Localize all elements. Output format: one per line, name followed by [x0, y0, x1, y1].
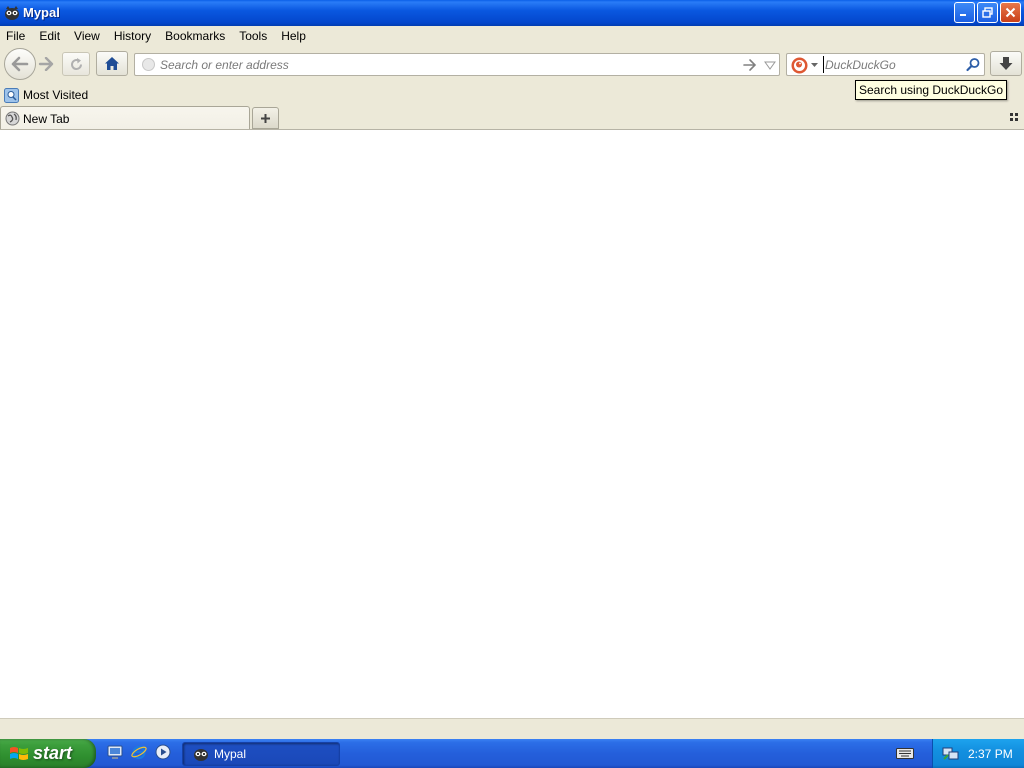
address-input[interactable] — [160, 56, 720, 73]
forward-arrow-icon — [38, 57, 54, 71]
search-input[interactable] — [823, 56, 961, 73]
network-icon[interactable] — [942, 745, 959, 762]
restore-icon — [982, 7, 993, 18]
maximize-button[interactable] — [977, 2, 998, 23]
windows-logo-icon — [10, 746, 28, 760]
minimize-icon — [960, 14, 966, 16]
home-button[interactable] — [96, 51, 128, 76]
start-button[interactable]: start — [0, 739, 96, 768]
home-icon — [105, 57, 119, 70]
globe-icon — [5, 111, 20, 126]
magnifier-icon[interactable] — [965, 57, 981, 73]
menu-help[interactable]: Help — [274, 27, 313, 45]
mypal-app-icon — [194, 749, 208, 761]
bookmark-label: Most Visited — [23, 88, 89, 102]
mypal-app-icon — [5, 6, 19, 20]
dropdown-triangle-icon[interactable] — [764, 59, 776, 71]
forward-button[interactable] — [35, 53, 57, 75]
system-tray: 2:37 PM — [932, 739, 1024, 768]
start-label: start — [33, 743, 73, 763]
grid-icon — [1010, 113, 1018, 121]
go-arrow-icon[interactable] — [743, 58, 757, 72]
title-bar[interactable]: Mypal — [0, 0, 1024, 26]
globe-icon — [142, 58, 155, 71]
tab-new-tab[interactable]: New Tab — [0, 106, 250, 130]
menu-bookmarks[interactable]: Bookmarks — [158, 27, 232, 45]
plus-icon — [261, 113, 270, 123]
keyboard-icon[interactable] — [896, 746, 914, 760]
menu-view[interactable]: View — [67, 27, 107, 45]
media-player-icon[interactable] — [154, 743, 172, 761]
all-tabs-button[interactable] — [1007, 110, 1021, 124]
address-bar[interactable] — [134, 53, 780, 76]
quick-launch — [106, 743, 172, 761]
page-content[interactable] — [0, 130, 1024, 718]
window-title: Mypal — [23, 5, 60, 20]
internet-explorer-icon[interactable] — [130, 743, 148, 761]
new-tab-button[interactable] — [252, 107, 279, 129]
menu-edit[interactable]: Edit — [32, 27, 67, 45]
duckduckgo-icon[interactable] — [791, 57, 808, 74]
search-bar[interactable] — [786, 53, 985, 76]
show-desktop-icon[interactable] — [106, 743, 124, 761]
menu-tools[interactable]: Tools — [232, 27, 274, 45]
clock: 2:37 PM — [968, 747, 1013, 761]
menu-history[interactable]: History — [107, 27, 158, 45]
reload-button[interactable] — [62, 52, 90, 76]
engine-dropdown-icon[interactable] — [811, 62, 818, 68]
tab-label: New Tab — [23, 112, 70, 126]
bookmark-folder-icon — [4, 87, 19, 103]
bookmark-most-visited[interactable]: Most Visited — [4, 86, 88, 104]
taskbar-item-label: Mypal — [214, 747, 247, 761]
back-button[interactable] — [4, 48, 36, 80]
download-icon — [999, 56, 1013, 70]
close-icon — [1005, 7, 1016, 18]
close-button[interactable] — [1000, 2, 1021, 23]
menu-file[interactable]: File — [0, 27, 32, 45]
minimize-button[interactable] — [954, 2, 975, 23]
taskbar-item-mypal[interactable]: Mypal — [182, 742, 340, 766]
back-arrow-icon — [11, 56, 29, 72]
search-tooltip: Search using DuckDuckGo — [855, 80, 1008, 100]
menu-bar: File Edit View History Bookmarks Tools H… — [0, 27, 313, 45]
reload-icon — [70, 57, 82, 70]
status-bar — [0, 718, 1024, 739]
downloads-button[interactable] — [990, 51, 1022, 76]
